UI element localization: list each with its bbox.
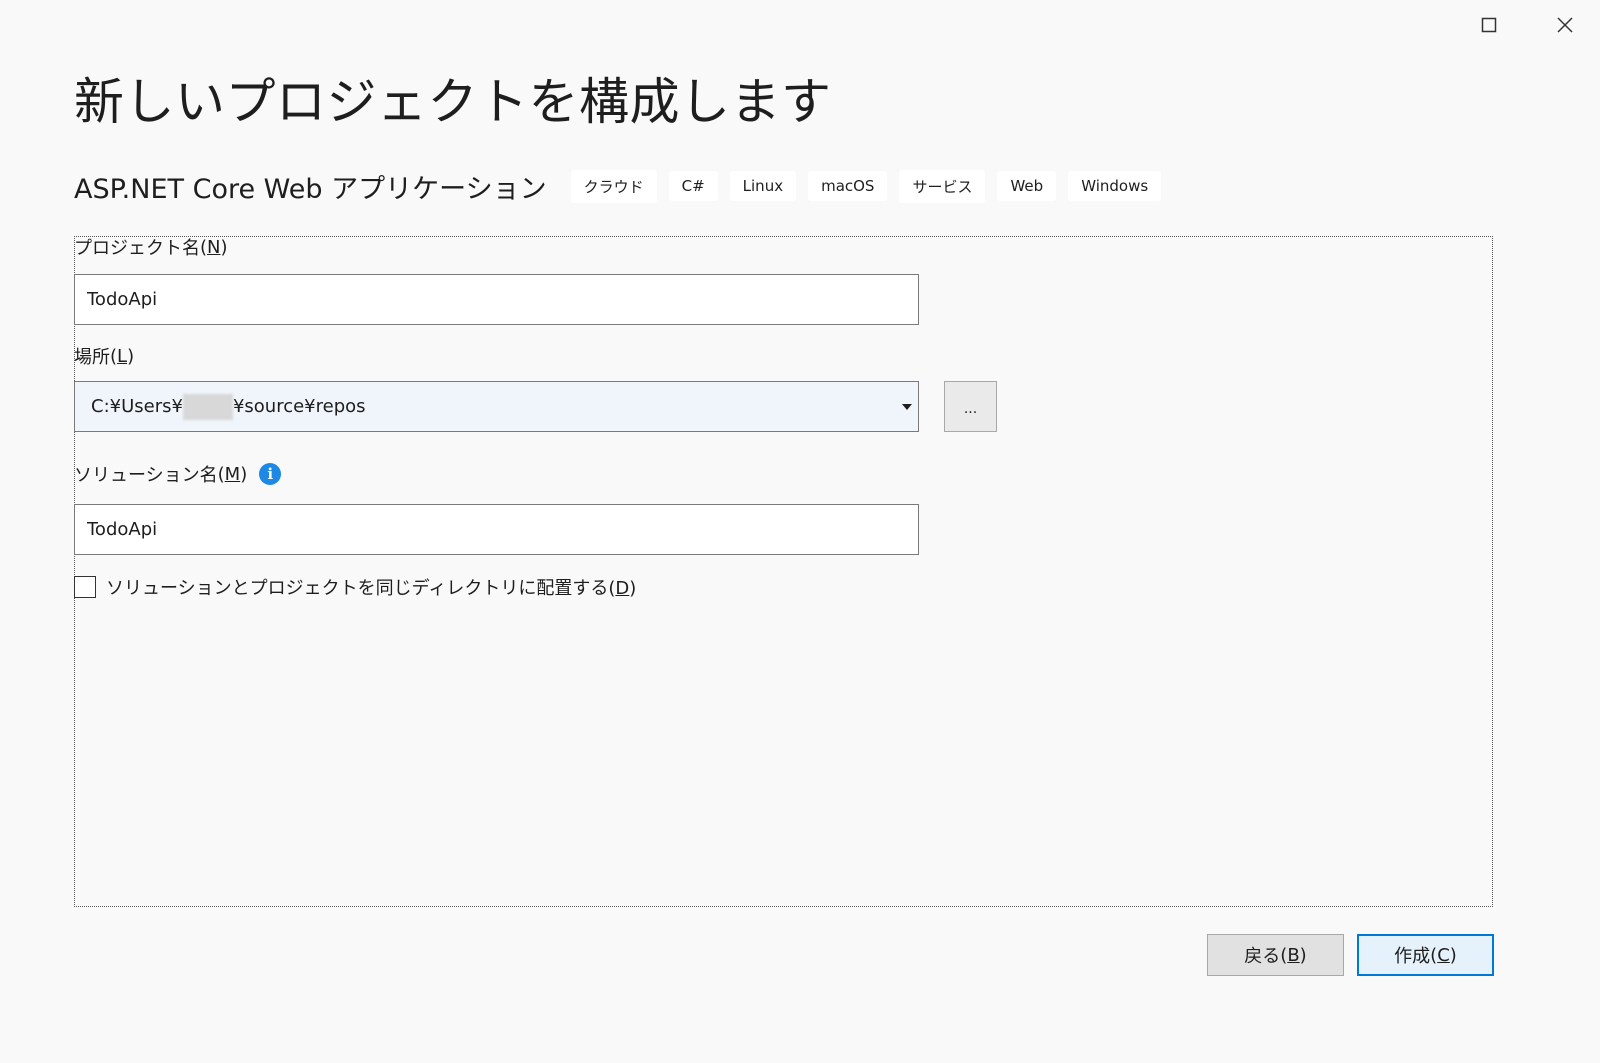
project-name-label-text: プロジェクト名 [74,238,200,259]
redacted-username [182,393,233,420]
solution-name-accelerator: M [224,463,241,485]
location-value: C:¥Users¥ ¥source¥repos [75,393,896,420]
same-directory-label-text: ソリューションとプロジェクトを同じディレクトリに配置する [106,578,609,599]
same-directory-label: ソリューションとプロジェクトを同じディレクトリに配置する(D) [106,578,637,599]
solution-name-label: ソリューション名(M) i [74,461,282,487]
dropdown-arrow-icon[interactable] [896,403,918,410]
project-name-accelerator: N [207,236,221,258]
create-button-label: 作成 [1394,946,1431,967]
location-combobox[interactable]: C:¥Users¥ ¥source¥repos [74,381,919,432]
tag-service: サービス [899,169,986,203]
tag-macos: macOS [808,171,888,201]
maximize-icon [1481,17,1497,33]
same-directory-option[interactable]: ソリューションとプロジェクトを同じディレクトリに配置する(D) [74,574,636,600]
close-button[interactable] [1542,8,1588,42]
location-accelerator: L [117,345,128,367]
back-accelerator: B [1287,944,1300,966]
tag-cloud: クラウド [570,169,657,203]
solution-name-input[interactable] [74,504,919,555]
template-name: ASP.NET Core Web アプリケーション [74,173,547,205]
tag-web: Web [997,171,1057,201]
project-name-label: プロジェクト名(N) [74,234,228,260]
form-area [74,236,1493,907]
page-title: 新しいプロジェクトを構成します [74,73,832,131]
create-button[interactable]: 作成(C) [1357,934,1494,976]
tag-linux: Linux [729,171,797,201]
info-icon[interactable]: i [259,463,282,485]
same-directory-accelerator: D [615,578,630,599]
template-info: ASP.NET Core Web アプリケーション クラウド C# Linux … [74,166,1173,206]
back-button-label: 戻る [1244,946,1281,967]
same-directory-checkbox[interactable] [74,576,96,598]
location-value-prefix: C:¥Users¥ [91,396,183,417]
maximize-button[interactable] [1466,8,1512,42]
create-accelerator: C [1437,944,1450,966]
browse-button[interactable]: ... [944,381,997,432]
location-label: 場所(L) [74,343,134,369]
tag-csharp: C# [668,171,718,201]
location-label-text: 場所 [74,347,110,368]
project-name-input[interactable] [74,274,919,325]
back-button[interactable]: 戻る(B) [1207,934,1344,976]
location-value-suffix: ¥source¥repos [232,396,366,417]
solution-name-label-text: ソリューション名 [74,465,218,486]
tag-windows: Windows [1068,171,1162,201]
close-icon [1557,17,1573,33]
